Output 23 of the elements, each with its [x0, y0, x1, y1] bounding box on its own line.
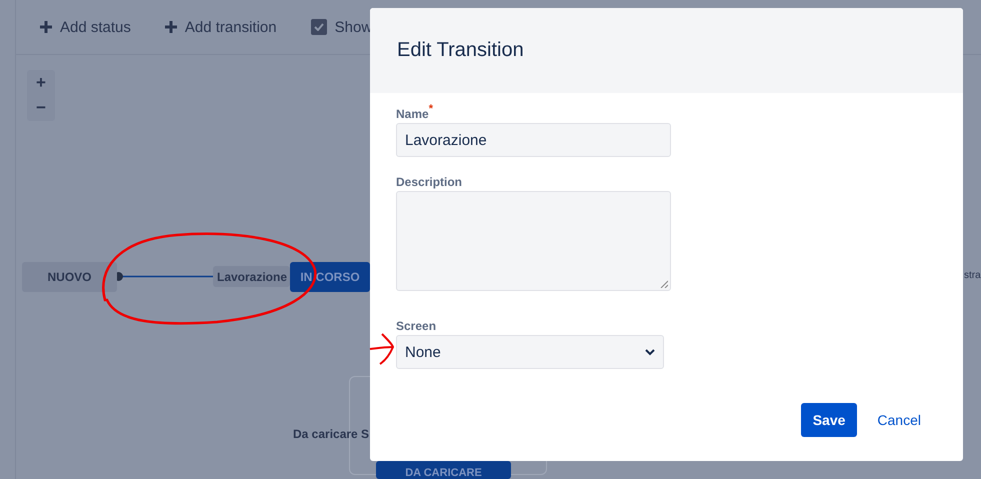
cancel-link[interactable]: Cancel [865, 403, 933, 437]
transition-label: stra [964, 270, 981, 281]
status-node[interactable]: DA CARICARE [376, 461, 511, 479]
zoom-in-button[interactable]: + [27, 70, 55, 96]
field-label: Description [396, 175, 464, 189]
screen-select[interactable]: None [396, 335, 664, 369]
field-label: Screen [396, 319, 438, 333]
add-button[interactable]: Add status [40, 18, 131, 36]
plus-icon [40, 21, 52, 33]
status-node[interactable]: NUOVO [22, 262, 117, 292]
description-field[interactable] [396, 191, 671, 291]
zoom-out-button[interactable]: − [27, 96, 55, 121]
chevron-down-icon [645, 348, 655, 356]
resize-handle-icon [660, 280, 668, 288]
dialog-title: Edit Transition [397, 39, 524, 62]
transition-label[interactable]: Lavorazione [213, 266, 290, 287]
plus-icon [164, 21, 177, 33]
status-node[interactable]: IN CORSO [290, 262, 370, 292]
transition-label: Da caricare S [293, 427, 370, 441]
name-field[interactable]: Lavorazione [396, 123, 671, 157]
save-button[interactable]: Save [800, 403, 858, 437]
add-button[interactable]: Add transition [164, 18, 277, 36]
required-mark: * [428, 103, 433, 117]
